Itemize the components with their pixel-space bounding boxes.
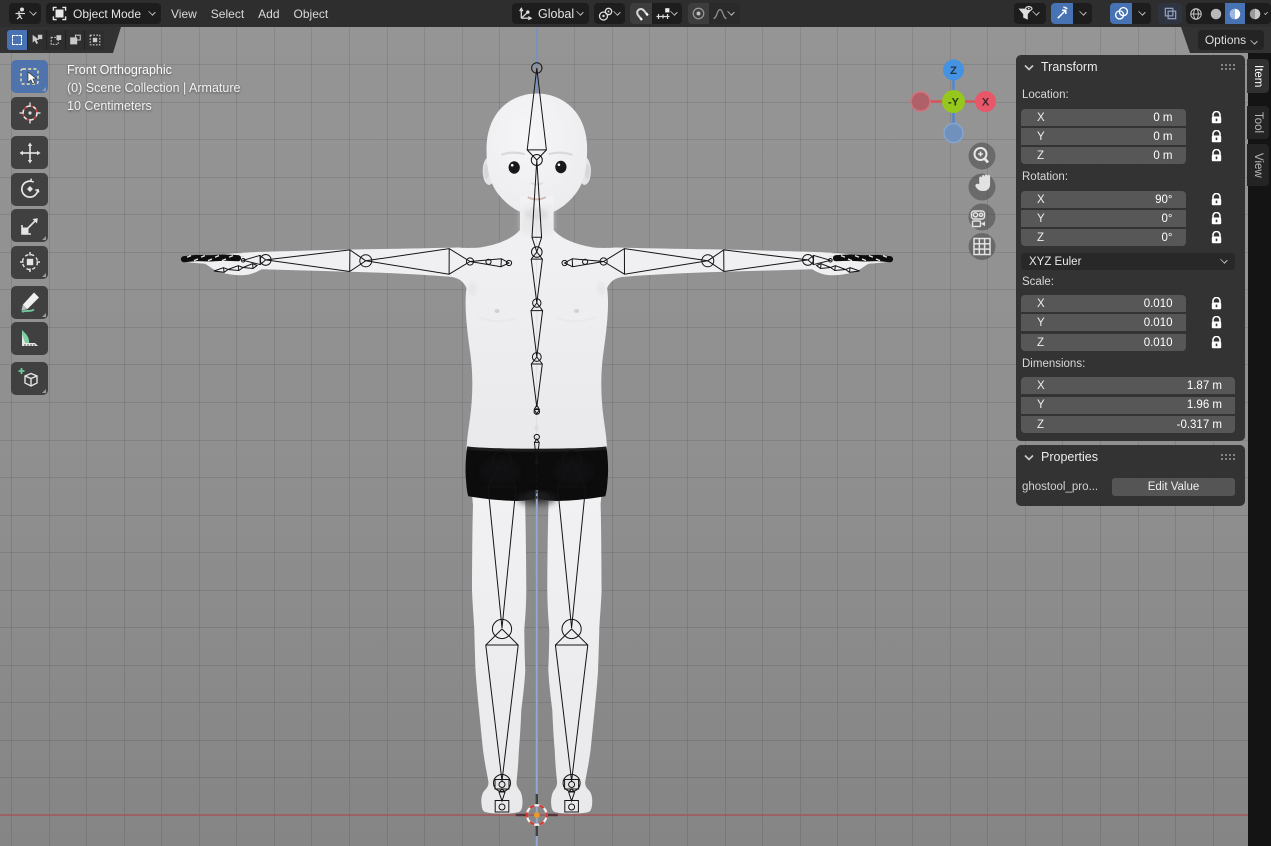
svg-text:-Y: -Y	[948, 97, 960, 109]
svg-text:X: X	[982, 97, 990, 109]
svg-text:Z: Z	[950, 65, 957, 77]
